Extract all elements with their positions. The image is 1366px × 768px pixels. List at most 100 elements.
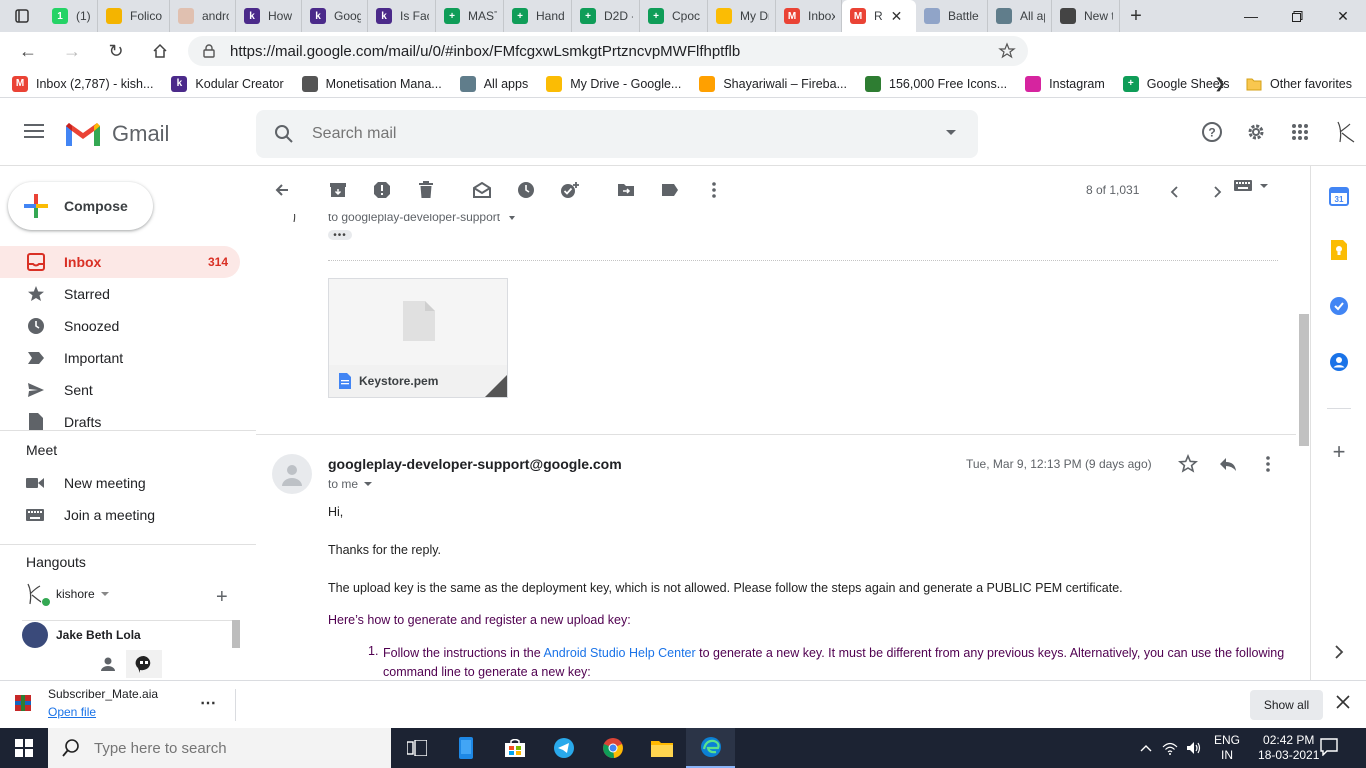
hangouts-contact[interactable]: Jake Beth Lola xyxy=(22,620,240,648)
show-all-downloads-button[interactable]: Show all xyxy=(1250,690,1323,720)
network-wifi-icon[interactable] xyxy=(1158,741,1182,755)
bookmark-item[interactable]: My Drive - Google... xyxy=(546,75,681,92)
input-tools-keyboard-icon[interactable] xyxy=(1234,180,1268,192)
input-tools-dropdown-icon[interactable] xyxy=(1260,184,1268,188)
edge-browser-icon[interactable] xyxy=(686,728,735,768)
sender-email[interactable]: googleplay-developer-support@google.com xyxy=(328,456,622,472)
forward-icon[interactable]: → xyxy=(50,32,94,70)
new-tab-icon[interactable]: + xyxy=(1120,0,1152,32)
browser-tab[interactable]: k How t xyxy=(236,0,302,32)
show-details-caret-icon[interactable] xyxy=(364,482,373,486)
expand-panel-chevron-icon[interactable] xyxy=(1327,640,1351,664)
browser-tab[interactable]: 1 (1) Wh xyxy=(44,0,98,32)
contacts-icon[interactable] xyxy=(1327,350,1351,374)
sidebar-item-inbox[interactable]: Inbox 314 xyxy=(0,246,240,278)
star-icon[interactable] xyxy=(1168,448,1208,480)
previous-message-recipient[interactable]: to googleplay-developer-support xyxy=(328,214,516,224)
get-addons-plus-icon[interactable]: + xyxy=(1327,439,1351,464)
sidebar-item-snoozed[interactable]: Snoozed xyxy=(0,310,240,342)
system-clock[interactable]: 02:42 PM 18-03-2021 xyxy=(1258,733,1319,763)
browser-tab[interactable]: k Is Face xyxy=(368,0,436,32)
bookmark-item[interactable]: Monetisation Mana... xyxy=(301,75,442,92)
home-icon[interactable] xyxy=(138,32,182,70)
browser-tab[interactable]: Battle xyxy=(916,0,988,32)
help-icon[interactable]: ? xyxy=(1190,112,1234,152)
store-icon[interactable] xyxy=(490,728,539,768)
open-file-link[interactable]: Open file xyxy=(48,705,158,719)
browser-tab[interactable]: Folico xyxy=(98,0,170,32)
download-item[interactable]: Subscriber_Mate.aia Open file xyxy=(14,687,158,719)
chrome-icon[interactable] xyxy=(588,728,637,768)
add-favorite-icon[interactable] xyxy=(998,42,1016,64)
volume-speaker-icon[interactable] xyxy=(1182,741,1206,755)
reload-icon[interactable]: ↻ xyxy=(94,32,138,70)
input-language[interactable]: ENG IN xyxy=(1214,733,1240,763)
bookmark-item[interactable]: k Kodular Creator xyxy=(171,75,284,92)
sidebar-item-important[interactable]: Important xyxy=(0,342,240,374)
thread-scrollbar[interactable] xyxy=(1299,314,1309,446)
message-more-icon[interactable] xyxy=(1248,448,1288,480)
browser-tab[interactable]: k Googl xyxy=(302,0,368,32)
restore-icon[interactable] xyxy=(1274,0,1320,32)
bookmark-item[interactable]: M Inbox (2,787) - kish... xyxy=(12,75,153,92)
compose-button[interactable]: Compose xyxy=(8,182,153,230)
taskbar-search-input[interactable] xyxy=(94,739,374,757)
sidebar-item-sent[interactable]: Sent xyxy=(0,374,240,406)
sidebar-item-starred[interactable]: Starred xyxy=(0,278,240,310)
file-explorer-icon[interactable] xyxy=(637,728,686,768)
bookmark-item[interactable]: 156,000 Free Icons... xyxy=(865,75,1007,92)
calendar-icon[interactable]: 31 xyxy=(1327,184,1351,208)
back-to-inbox-icon[interactable] xyxy=(260,168,304,212)
other-favorites[interactable]: Other favorites xyxy=(1246,77,1352,91)
hangouts-user[interactable]: kishore xyxy=(22,580,109,608)
bookmark-item[interactable]: All apps xyxy=(459,75,528,92)
new-meeting-link[interactable]: New meeting xyxy=(26,467,146,499)
new-conversation-plus-icon[interactable]: + xyxy=(216,586,228,609)
browser-tab[interactable]: + Cpoc xyxy=(640,0,708,32)
hangouts-chat-icon[interactable] xyxy=(126,650,162,678)
minimize-icon[interactable]: — xyxy=(1228,0,1274,32)
tab-actions-icon[interactable] xyxy=(0,0,44,32)
back-icon[interactable]: ← xyxy=(6,32,50,70)
newer-message-chevron-left-icon[interactable] xyxy=(1152,170,1196,214)
recipient-details-caret-icon[interactable] xyxy=(509,215,516,220)
archive-icon[interactable] xyxy=(316,168,360,212)
move-to-icon[interactable] xyxy=(604,168,648,212)
sidebar-item-drafts[interactable]: Drafts xyxy=(0,406,240,438)
browser-tab[interactable]: My Dr xyxy=(708,0,776,32)
recipient-details[interactable]: to me xyxy=(328,477,373,491)
hangouts-scrollbar[interactable] xyxy=(232,620,240,648)
apps-grid-icon[interactable] xyxy=(1278,112,1322,152)
browser-tab[interactable]: New t xyxy=(1052,0,1120,32)
phone-app-icon[interactable] xyxy=(441,728,490,768)
browser-tab[interactable]: All ap xyxy=(988,0,1052,32)
search-options-icon[interactable] xyxy=(946,130,956,135)
search-input[interactable] xyxy=(312,125,892,143)
close-window-icon[interactable]: ✕ xyxy=(1320,0,1366,32)
more-options-icon[interactable] xyxy=(692,168,736,212)
main-menu-icon[interactable] xyxy=(24,122,46,143)
user-status-dropdown-icon[interactable] xyxy=(100,592,109,596)
url-field[interactable]: https://mail.google.com/mail/u/0/#inbox/… xyxy=(188,36,1028,66)
show-trimmed-content-button[interactable]: ••• xyxy=(328,230,352,241)
search-icon[interactable] xyxy=(274,124,294,144)
reply-icon[interactable] xyxy=(1208,448,1248,480)
older-message-chevron-right-icon[interactable] xyxy=(1196,170,1240,214)
mark-unread-icon[interactable] xyxy=(460,168,504,212)
account-avatar[interactable] xyxy=(1322,112,1366,152)
gmail-logo[interactable]: Gmail xyxy=(64,120,169,148)
tasks-icon[interactable] xyxy=(1327,294,1351,318)
keep-icon[interactable] xyxy=(1327,238,1351,262)
browser-tab[interactable]: M R ✕ xyxy=(842,0,916,32)
browser-tab[interactable]: + Handl xyxy=(504,0,572,32)
join-meeting-link[interactable]: Join a meeting xyxy=(26,499,155,531)
chevron-right-icon[interactable]: ❯ xyxy=(1214,75,1226,92)
task-view-icon[interactable] xyxy=(392,728,441,768)
bookmark-item[interactable]: Shayariwali – Fireba... xyxy=(699,75,847,92)
action-center-notification-icon[interactable] xyxy=(1320,738,1338,759)
telegram-icon[interactable] xyxy=(539,728,588,768)
add-task-icon[interactable] xyxy=(548,168,592,212)
browser-tab[interactable]: + D2D - xyxy=(572,0,640,32)
close-download-shelf-icon[interactable] xyxy=(1336,695,1350,712)
attachment-card[interactable]: Keystore.pem xyxy=(328,278,508,398)
